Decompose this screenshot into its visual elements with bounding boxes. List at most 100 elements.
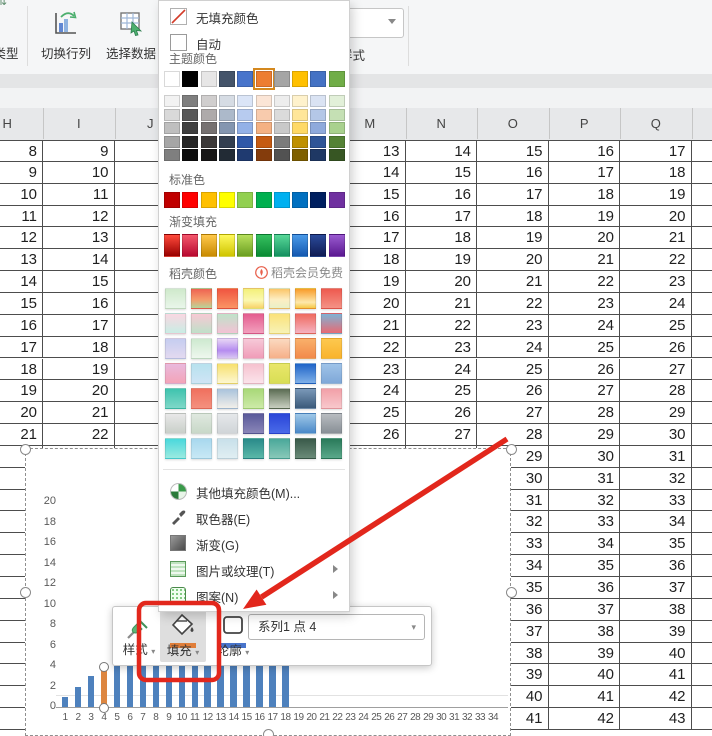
docer-gradient-swatch[interactable] <box>191 388 212 409</box>
select-data-button[interactable]: 选择数据 <box>102 6 160 68</box>
column-header-Q[interactable]: Q <box>620 108 693 139</box>
table-cell[interactable]: 33 <box>549 511 621 533</box>
table-cell[interactable]: 42 <box>620 686 692 708</box>
table-cell[interactable]: 9 <box>43 140 115 162</box>
table-cell[interactable]: 17 <box>0 337 43 359</box>
table-cell[interactable] <box>692 446 712 468</box>
table-cell[interactable]: 30 <box>620 424 692 446</box>
table-cell[interactable] <box>692 490 712 512</box>
theme-variant-swatch[interactable] <box>219 95 235 107</box>
point-selection-handle[interactable] <box>99 662 109 672</box>
docer-gradient-swatch[interactable] <box>269 438 290 459</box>
bar[interactable] <box>256 666 262 707</box>
gradient-swatch[interactable] <box>274 234 290 257</box>
standard-color-swatch[interactable] <box>219 192 235 208</box>
docer-gradient-swatch[interactable] <box>165 388 186 409</box>
docer-gradient-swatch[interactable] <box>243 363 264 384</box>
docer-gradient-swatch[interactable] <box>321 288 342 309</box>
table-cell[interactable]: 19 <box>620 184 692 206</box>
table-cell[interactable]: 27 <box>477 402 549 424</box>
bar[interactable] <box>217 666 223 707</box>
table-cell[interactable]: 16 <box>477 162 549 184</box>
theme-variant-swatch[interactable] <box>274 95 290 107</box>
standard-color-swatch[interactable] <box>292 192 308 208</box>
table-cell[interactable]: 25 <box>406 380 478 402</box>
gradient-swatch[interactable] <box>201 234 217 257</box>
table-cell[interactable]: 19 <box>549 206 621 228</box>
standard-color-swatch[interactable] <box>274 192 290 208</box>
theme-variant-swatch[interactable] <box>274 122 290 134</box>
bar[interactable] <box>127 666 133 707</box>
table-cell[interactable]: 16 <box>0 315 43 337</box>
docer-gradient-swatch[interactable] <box>269 313 290 334</box>
bar[interactable] <box>88 676 94 707</box>
docer-gradient-swatch[interactable] <box>321 438 342 459</box>
bar[interactable] <box>192 666 198 707</box>
table-cell[interactable]: 20 <box>549 227 621 249</box>
table-cell[interactable]: 27 <box>549 380 621 402</box>
theme-color-swatch[interactable] <box>329 71 345 87</box>
table-cell[interactable] <box>692 315 712 337</box>
column-header-N[interactable]: N <box>406 108 479 139</box>
theme-variant-swatch[interactable] <box>329 122 345 134</box>
table-cell[interactable] <box>692 184 712 206</box>
table-cell[interactable]: 26 <box>620 337 692 359</box>
bar[interactable] <box>243 666 249 707</box>
table-cell[interactable] <box>692 402 712 424</box>
bar-selected[interactable] <box>101 666 107 707</box>
table-cell[interactable]: 21 <box>0 424 43 446</box>
table-cell[interactable]: 15 <box>406 162 478 184</box>
table-cell[interactable]: 22 <box>406 315 478 337</box>
table-cell[interactable]: 19 <box>477 227 549 249</box>
table-cell[interactable]: 36 <box>620 555 692 577</box>
table-cell[interactable]: 39 <box>620 621 692 643</box>
theme-variant-swatch[interactable] <box>292 95 308 107</box>
theme-variant-swatch[interactable] <box>219 109 235 121</box>
table-cell[interactable]: 13 <box>43 227 115 249</box>
table-cell[interactable] <box>692 686 712 708</box>
table-cell[interactable]: 15 <box>477 140 549 162</box>
docer-gradient-swatch[interactable] <box>191 413 212 434</box>
theme-variant-swatch[interactable] <box>274 136 290 148</box>
column-headers[interactable]: HIJMNOPQ <box>0 108 712 141</box>
table-cell[interactable]: 19 <box>0 380 43 402</box>
docer-gradient-swatch[interactable] <box>295 313 316 334</box>
table-cell[interactable]: 20 <box>43 380 115 402</box>
table-cell[interactable]: 18 <box>620 162 692 184</box>
table-cell[interactable]: 40 <box>620 643 692 665</box>
chart-selection-handle[interactable] <box>263 729 274 736</box>
gradient-swatch[interactable] <box>329 234 345 257</box>
table-cell[interactable] <box>692 380 712 402</box>
bar[interactable] <box>179 666 185 707</box>
column-header-O[interactable]: O <box>477 108 550 139</box>
table-cell[interactable]: 11 <box>43 184 115 206</box>
table-cell[interactable]: 21 <box>43 402 115 424</box>
table-cell[interactable]: 21 <box>477 271 549 293</box>
docer-gradient-swatch[interactable] <box>321 338 342 359</box>
table-cell[interactable]: 16 <box>549 140 621 162</box>
docer-member-badge[interactable]: 稻壳会员免费 <box>255 264 343 281</box>
standard-color-swatch[interactable] <box>329 192 345 208</box>
table-cell[interactable]: 20 <box>406 271 478 293</box>
table-cell[interactable]: 35 <box>620 533 692 555</box>
table-cell[interactable]: 20 <box>477 249 549 271</box>
menu-item-more-fill-colors[interactable]: 其他填充颜色(M)... <box>160 479 348 504</box>
docer-gradient-swatch[interactable] <box>165 338 186 359</box>
theme-variant-swatch[interactable] <box>164 95 180 107</box>
table-cell[interactable]: 18 <box>549 184 621 206</box>
series-selector[interactable]: 系列1 点 4 ▾ <box>248 614 425 640</box>
bar[interactable] <box>140 666 146 707</box>
table-cell[interactable]: 26 <box>477 380 549 402</box>
docer-gradient-swatch[interactable] <box>243 288 264 309</box>
theme-variant-swatch[interactable] <box>329 109 345 121</box>
table-cell[interactable]: 8 <box>0 140 43 162</box>
bar[interactable] <box>269 666 275 707</box>
docer-gradient-swatch[interactable] <box>165 363 186 384</box>
theme-variant-swatch[interactable] <box>182 95 198 107</box>
theme-variant-swatch[interactable] <box>310 95 326 107</box>
chart-selection-handle[interactable] <box>20 444 31 455</box>
table-cell[interactable] <box>692 162 712 184</box>
theme-variant-swatch[interactable] <box>256 95 272 107</box>
table-cell[interactable]: 18 <box>43 337 115 359</box>
table-cell[interactable]: 31 <box>549 468 621 490</box>
